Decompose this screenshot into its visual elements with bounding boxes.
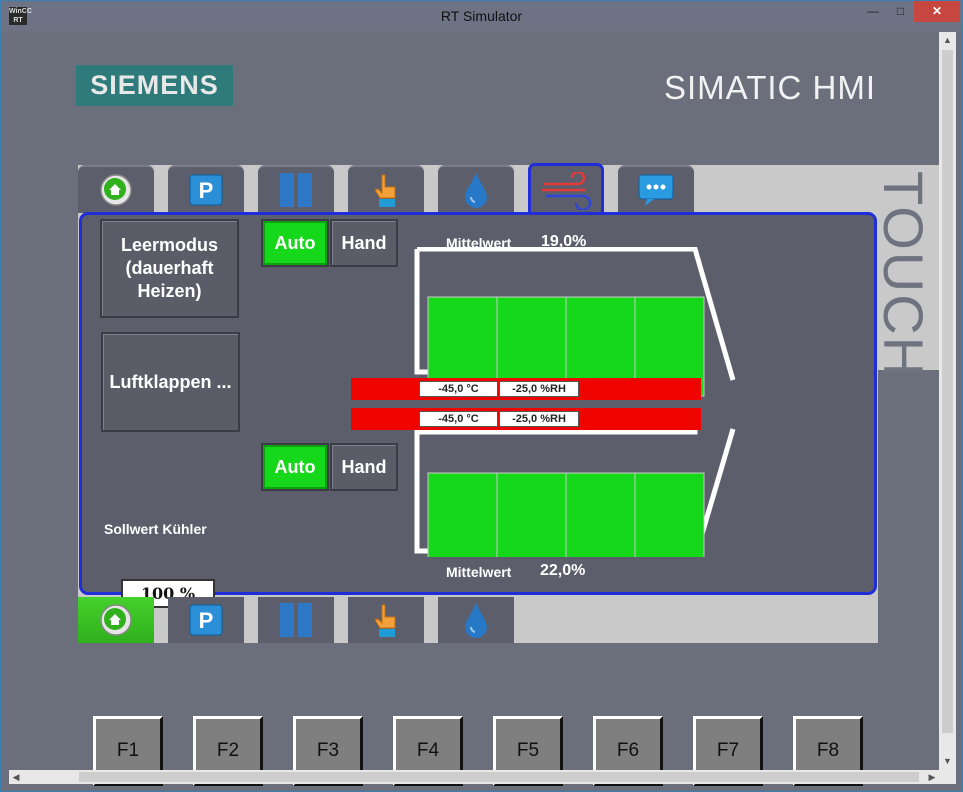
tab-water-bottom[interactable] — [438, 597, 514, 643]
close-button[interactable]: ✕ — [914, 1, 960, 22]
maximize-button[interactable]: □ — [887, 1, 914, 22]
water-drop-icon — [465, 173, 487, 208]
lower-flap-segment-1 — [427, 472, 498, 557]
tab-water[interactable] — [438, 165, 514, 213]
hand-icon — [374, 604, 396, 637]
sensor-row-2: -45,0 °C -25,0 %RH — [351, 408, 701, 430]
lower-auto-button[interactable]: Auto — [261, 443, 329, 491]
air-flow-icon — [542, 171, 592, 210]
parameter-icon: P — [189, 604, 223, 636]
lower-mean-label: Mittelwert — [446, 564, 512, 580]
air-flap-diagram — [414, 247, 736, 557]
svg-text:P: P — [199, 178, 214, 203]
scroll-up-arrow-icon[interactable]: ▲ — [939, 32, 956, 49]
scrollbar-corner — [939, 770, 956, 784]
sensor-row-1: -45,0 °C -25,0 %RH — [351, 378, 701, 400]
pause-icon — [280, 603, 312, 637]
touch-text: TOUCH — [872, 171, 935, 380]
lower-hand-button[interactable]: Hand — [330, 443, 398, 491]
tab-pause[interactable] — [258, 165, 334, 213]
lower-flap-segment-4 — [634, 472, 705, 557]
rt-simulator-window: WinCC RT RT Simulator — □ ✕ SIEMENS SIMA… — [0, 0, 963, 792]
tab-home-bottom[interactable] — [78, 597, 154, 643]
pause-icon — [280, 173, 312, 207]
home-icon — [100, 174, 132, 206]
water-drop-icon — [465, 603, 487, 638]
upper-auto-button[interactable]: Auto — [261, 219, 329, 267]
lower-flap-segment-3 — [565, 472, 636, 557]
product-name: SIMATIC HMI — [664, 69, 877, 106]
chat-icon — [638, 174, 674, 206]
parameter-icon: P — [189, 174, 223, 206]
lower-mean-value: 22,0% — [540, 562, 586, 579]
sensor-1-humidity: -25,0 %RH — [499, 381, 579, 397]
leermodus-button[interactable]: Leermodus (dauerhaft Heizen) — [100, 219, 239, 318]
hmi-screen: SIEMENS SIMATIC HMI TOUCH P Leermodus (d… — [9, 32, 940, 786]
tab-parameter-bottom[interactable]: P — [168, 597, 244, 643]
vertical-scrollbar[interactable]: ▲ ▼ — [939, 32, 956, 770]
scroll-right-arrow-icon[interactable]: ▶ — [925, 770, 939, 784]
tab-messages[interactable] — [618, 165, 694, 213]
horizontal-scroll-thumb[interactable] — [79, 772, 919, 782]
svg-text:P: P — [199, 608, 214, 633]
sensor-2-temperature: -45,0 °C — [419, 411, 498, 427]
tab-home[interactable] — [78, 165, 154, 213]
tab-pause-bottom[interactable] — [258, 597, 334, 643]
title-bar: WinCC RT RT Simulator — □ ✕ — [1, 1, 962, 31]
scroll-left-arrow-icon[interactable]: ◀ — [9, 770, 23, 784]
horizontal-scrollbar[interactable]: ◀ ▶ — [9, 770, 939, 784]
window-title: RT Simulator — [440, 8, 523, 24]
tab-hand[interactable] — [348, 165, 424, 213]
upper-hand-button[interactable]: Hand — [330, 219, 398, 267]
tab-air-flow[interactable] — [528, 163, 604, 215]
minimize-button[interactable]: — — [859, 1, 887, 22]
tab-hand-bottom[interactable] — [348, 597, 424, 643]
sensor-2-humidity: -25,0 %RH — [499, 411, 579, 427]
luftklappen-button[interactable]: Luftklappen ... — [101, 332, 240, 432]
vertical-scroll-thumb[interactable] — [942, 50, 953, 733]
setpoint-label: Sollwert Kühler — [104, 521, 207, 537]
hand-icon — [374, 174, 396, 207]
lower-flaps — [427, 472, 705, 557]
touch-label: TOUCH — [872, 165, 940, 379]
siemens-logo: SIEMENS — [76, 65, 233, 106]
lower-flap-segment-2 — [496, 472, 567, 557]
tab-parameter[interactable]: P — [168, 165, 244, 213]
sensor-1-temperature: -45,0 °C — [419, 381, 498, 397]
home-icon — [100, 604, 132, 636]
scroll-down-arrow-icon[interactable]: ▼ — [939, 753, 956, 770]
